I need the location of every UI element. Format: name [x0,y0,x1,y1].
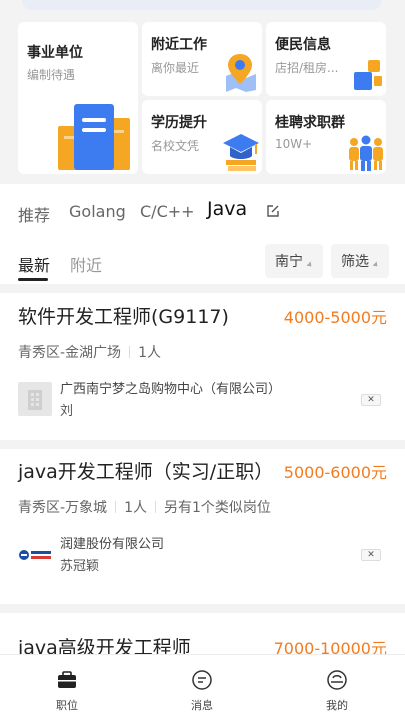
tab-recommend[interactable]: 推荐 [18,202,50,226]
category-nearby-jobs[interactable]: 附近工作 离你最近 [142,22,262,96]
filter-button[interactable]: 筛选 [331,244,389,278]
company-name: 广西南宁梦之岛购物中心（有限公司） [60,382,282,397]
nav-profile[interactable]: 我的 [297,655,377,720]
keyword-tabs: 推荐 Golang C/C++ Java [0,196,405,230]
company-logo-placeholder [18,382,52,416]
category-public-institution[interactable]: 事业单位 编制待遇 [18,22,138,174]
map-pin-icon [226,54,256,92]
category-subtitle: 名校文凭 [151,139,200,153]
active-tab-underline [18,278,48,281]
category-subtitle: 店招/租房... [275,61,339,75]
city-filter[interactable]: 南宁 [265,244,323,278]
job-title: 软件开发工程师(G9117) [18,306,229,328]
category-education[interactable]: 学历提升 名校文凭 [142,100,262,174]
category-title: 学历提升 [151,115,207,131]
job-salary: 5000-6000元 [283,463,387,482]
category-title: 事业单位 [27,45,83,61]
tab-cpp[interactable]: C/C++ [140,202,195,221]
top-banner-edge [0,0,405,14]
contact-name: 苏冠颖 [60,559,100,574]
job-title: java高级开发工程师 [18,637,191,654]
city-filter-label: 南宁 [275,254,303,270]
job-feed: 推荐 Golang C/C++ Java 最新 附近 南宁 筛选 软件开发工程师… [0,184,405,654]
category-subtitle: 10W+ [275,137,313,151]
filter-button-label: 筛选 [341,254,369,270]
category-title: 附近工作 [151,37,207,53]
building-icon [58,104,130,170]
bottom-nav: 职位 消息 我的 [0,654,405,720]
job-location: 青秀区-万象城 [18,500,108,516]
company-logo [19,550,51,560]
divider [0,440,405,449]
category-local-info[interactable]: 便民信息 店招/租房... [266,22,386,96]
tab-java[interactable]: Java [207,198,247,220]
contact-name: 刘 [60,404,74,419]
divider [0,604,405,613]
job-salary: 4000-5000元 [283,308,387,327]
job-location: 青秀区-金湖广场 [18,345,122,361]
dropdown-triangle-icon [306,261,314,269]
tab-golang[interactable]: Golang [69,202,126,221]
briefcase-icon [58,671,76,688]
divider [0,284,405,293]
message-icon [192,670,212,690]
dismiss-button[interactable]: ✕ [361,549,381,561]
category-title: 桂聘求职群 [275,115,345,131]
category-title: 便民信息 [275,37,331,53]
category-grid: 事业单位 编制待遇 附近工作 离你最近 便民信息 店招/租房... 学历提升 名… [0,14,405,184]
graduation-cap-icon [223,134,259,171]
edit-tags-icon[interactable] [266,204,280,218]
nav-label: 职位 [56,699,78,712]
category-subtitle: 编制待遇 [27,68,76,82]
profile-icon [327,670,347,690]
sort-tabs: 最新 附近 南宁 筛选 [0,244,405,284]
category-subtitle: 离你最近 [151,61,200,75]
tab-latest[interactable]: 最新 [18,252,50,276]
blocks-icon [354,60,382,90]
job-salary: 7000-10000元 [273,639,387,654]
job-headcount: 1人 [124,500,147,516]
dismiss-button[interactable]: ✕ [361,394,381,406]
job-card[interactable]: java开发工程师（实习/正职） 5000-6000元 青秀区-万象城 1人 另… [0,449,405,604]
dropdown-triangle-icon [372,261,380,269]
company-name: 润建股份有限公司 [60,537,165,552]
job-card[interactable]: java高级开发工程师 7000-10000元 [0,613,405,654]
category-job-group[interactable]: 桂聘求职群 10W+ [266,100,386,174]
job-headcount: 1人 [138,345,161,361]
similar-jobs-note: 另有1个类似岗位 [163,500,271,516]
nav-label: 消息 [191,699,213,712]
nav-messages[interactable]: 消息 [162,655,242,720]
job-title: java开发工程师（实习/正职） [18,461,274,483]
job-meta: 青秀区-万象城 1人 另有1个类似岗位 [18,497,271,517]
nav-jobs[interactable]: 职位 [27,655,107,720]
people-group-icon [349,135,383,171]
job-card[interactable]: 软件开发工程师(G9117) 4000-5000元 青秀区-金湖广场 1人 广西… [0,294,405,440]
tab-nearby[interactable]: 附近 [70,252,102,276]
job-meta: 青秀区-金湖广场 1人 [18,342,161,362]
nav-label: 我的 [326,699,348,712]
